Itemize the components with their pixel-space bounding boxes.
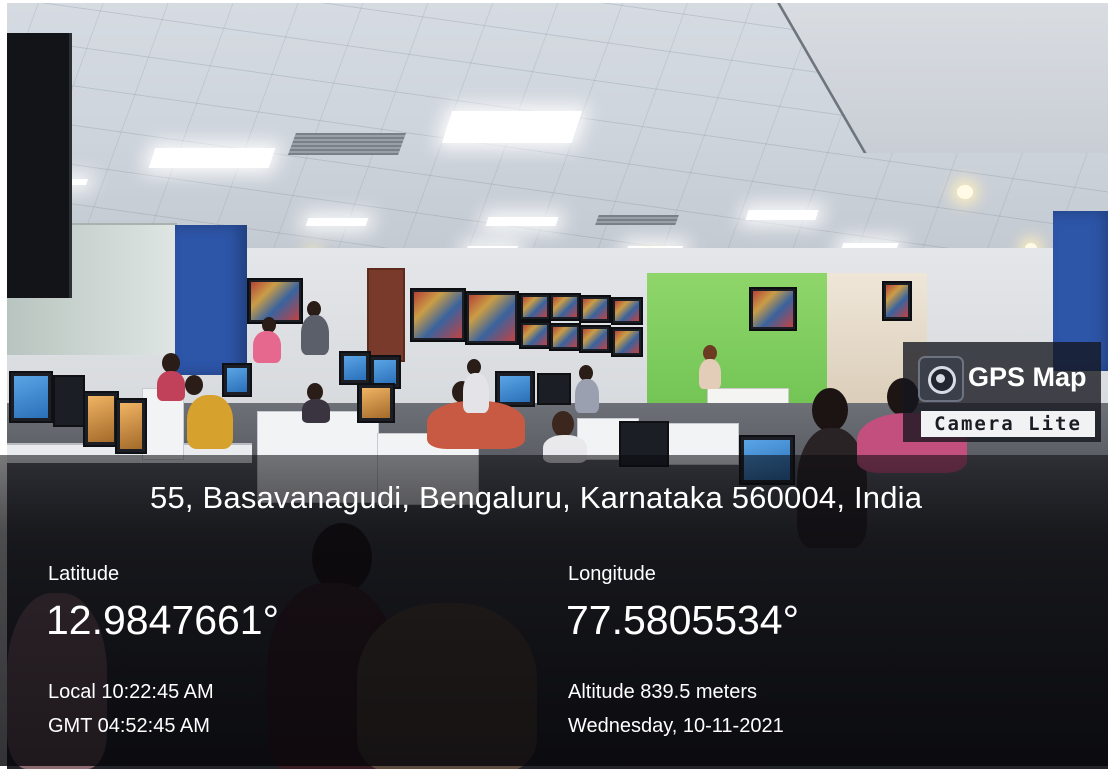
- tv-screen: [465, 291, 519, 345]
- address-text: 55, Basavanagudi, Bengaluru, Karnataka 5…: [150, 480, 923, 515]
- camera-lens-icon: [918, 356, 964, 402]
- computer-monitor: [83, 391, 119, 447]
- computer-monitor: [9, 371, 53, 423]
- ceiling-light: [441, 111, 583, 143]
- tv-screen: [611, 327, 643, 357]
- altitude-text: Altitude 839.5 meters: [568, 681, 757, 703]
- computer-monitor: [339, 351, 371, 385]
- computer-monitor: [495, 371, 535, 407]
- computer-monitor: [115, 398, 147, 454]
- tv-screen: [247, 278, 303, 324]
- latitude-value: 12.9847661°: [46, 597, 280, 643]
- tv-screen: [882, 281, 912, 321]
- tv-screen: [579, 295, 611, 323]
- gmt-time: GMT 04:52:45 AM: [48, 715, 210, 737]
- person: [253, 331, 281, 363]
- ceiling-light: [305, 218, 369, 226]
- computer-monitor: [357, 383, 395, 423]
- person: [157, 371, 185, 401]
- date-text: Wednesday, 10-11-2021: [568, 715, 784, 737]
- ceiling-vent: [595, 215, 679, 225]
- ceiling-light: [148, 148, 276, 168]
- computer-monitor: [537, 373, 571, 405]
- tv-screen: [410, 288, 466, 342]
- blue-pillar: [175, 225, 247, 375]
- tv-screen: [549, 293, 581, 321]
- person: [699, 359, 721, 389]
- tv-screen: [519, 321, 551, 349]
- office-door: [367, 268, 405, 362]
- person: [187, 395, 233, 449]
- ceiling-light: [745, 210, 819, 220]
- person-head: [552, 411, 574, 437]
- tv-screen: [519, 293, 551, 321]
- tv-screen: [549, 323, 581, 351]
- latitude-label: Latitude: [48, 563, 120, 585]
- tv-screen: [611, 297, 643, 325]
- person: [302, 399, 330, 423]
- person-head: [185, 375, 203, 395]
- local-time: Local 10:22:45 AM: [48, 681, 214, 703]
- person: [463, 373, 489, 413]
- computer-monitor: [53, 375, 85, 427]
- person: [301, 315, 329, 355]
- tv-screen: [749, 287, 797, 331]
- ceiling-light: [485, 217, 559, 226]
- tv-screen: [579, 325, 611, 353]
- person-head: [812, 388, 848, 432]
- longitude-value: 77.5805534°: [566, 597, 800, 643]
- watermark-title: GPS Map: [968, 362, 1087, 392]
- spot-light: [957, 185, 973, 199]
- ceiling-vent: [287, 133, 407, 155]
- watermark-subtitle: Camera Lite: [921, 411, 1095, 437]
- longitude-label: Longitude: [568, 563, 656, 585]
- hanging-screen: [7, 33, 72, 298]
- computer-monitor: [222, 363, 252, 397]
- person-head: [162, 353, 180, 373]
- person: [575, 379, 599, 413]
